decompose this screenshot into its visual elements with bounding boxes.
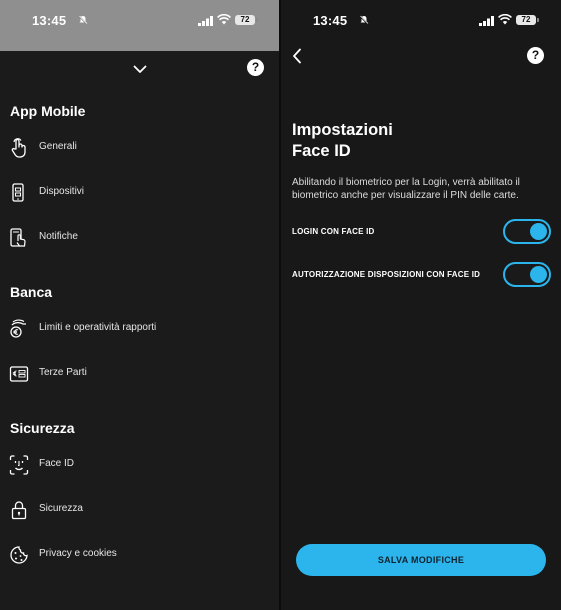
status-time: 13:45 <box>32 13 67 28</box>
settings-sheet: ? App Mobile Generali Dispositivi Notifi… <box>0 51 279 610</box>
menu-item-sicurezza[interactable]: Sicurezza <box>0 490 279 530</box>
page-title-line-1: Impostazioni <box>292 121 393 139</box>
menu-item-label: Face ID <box>39 458 75 469</box>
menu-item-notifiche[interactable]: Notifiche <box>0 218 279 258</box>
silent-bell-icon <box>359 15 369 25</box>
toggle-knob <box>530 223 547 240</box>
section-title-app-mobile: App Mobile <box>10 103 86 119</box>
menu-item-label: Generali <box>39 141 77 152</box>
toggle-knob <box>530 266 547 283</box>
chevron-down-icon[interactable] <box>133 65 147 74</box>
menu-item-label: Limiti e operatività rapporti <box>39 322 157 333</box>
status-bar: 13:45 72 <box>281 0 561 40</box>
help-icon[interactable]: ? <box>247 59 264 76</box>
status-bar: 13:45 72 <box>0 0 279 51</box>
cookie-icon <box>10 546 28 564</box>
status-time: 13:45 <box>313 13 348 28</box>
signal-icon <box>479 16 494 26</box>
wifi-icon <box>498 14 512 25</box>
save-changes-button[interactable]: SALVA MODIFICHE <box>296 544 546 576</box>
menu-item-terze-parti[interactable]: Terze Parti <box>0 354 279 394</box>
menu-item-privacy-cookies[interactable]: Privacy e cookies <box>0 535 279 575</box>
menu-item-label: Terze Parti <box>39 367 87 378</box>
menu-item-label: Sicurezza <box>39 503 83 514</box>
toggle-row-authorization-face-id: AUTORIZZAZIONE DISPOSIZIONI CON FACE ID <box>292 262 551 288</box>
face-id-icon <box>9 455 29 475</box>
settings-menu-screen: 13:45 72 ? App Mobile Generali Dispositi… <box>0 0 279 610</box>
menu-item-label: Notifiche <box>39 231 78 242</box>
face-id-description: Abilitando il biometrico per la Login, v… <box>292 177 520 201</box>
page-title: Impostazioni Face ID <box>292 120 393 162</box>
face-id-settings-screen: 13:45 72 ? Impostazioni Face ID Abilitan… <box>281 0 561 610</box>
euro-hand-icon <box>10 319 26 338</box>
signal-icon <box>198 16 213 26</box>
toggle-label: LOGIN CON FACE ID <box>292 227 375 236</box>
menu-item-face-id[interactable]: Face ID <box>0 445 279 485</box>
menu-item-label: Privacy e cookies <box>39 548 117 559</box>
battery-icon: 72 <box>235 15 258 25</box>
battery-icon: 72 <box>516 15 539 25</box>
section-title-sicurezza: Sicurezza <box>10 420 75 436</box>
devices-icon <box>12 183 24 202</box>
phone-touch-icon <box>10 228 26 247</box>
wifi-icon <box>217 14 231 25</box>
touch-hand-icon <box>11 138 26 158</box>
menu-item-generali[interactable]: Generali <box>0 128 279 168</box>
page-title-line-2: Face ID <box>292 142 351 160</box>
authorization-face-id-toggle[interactable] <box>503 262 551 287</box>
section-title-banca: Banca <box>10 284 53 300</box>
login-face-id-toggle[interactable] <box>503 219 551 244</box>
menu-item-dispositivi[interactable]: Dispositivi <box>0 173 279 213</box>
toggle-label: AUTORIZZAZIONE DISPOSIZIONI CON FACE ID <box>292 270 481 279</box>
lock-icon <box>11 501 27 520</box>
silent-bell-icon <box>78 15 88 25</box>
toggle-row-login-face-id: LOGIN CON FACE ID <box>292 219 551 245</box>
back-chevron-icon[interactable] <box>292 48 302 64</box>
third-party-card-icon <box>9 366 29 382</box>
menu-item-label: Dispositivi <box>39 186 85 197</box>
menu-item-limiti[interactable]: Limiti e operatività rapporti <box>0 309 279 349</box>
help-icon[interactable]: ? <box>527 47 544 64</box>
